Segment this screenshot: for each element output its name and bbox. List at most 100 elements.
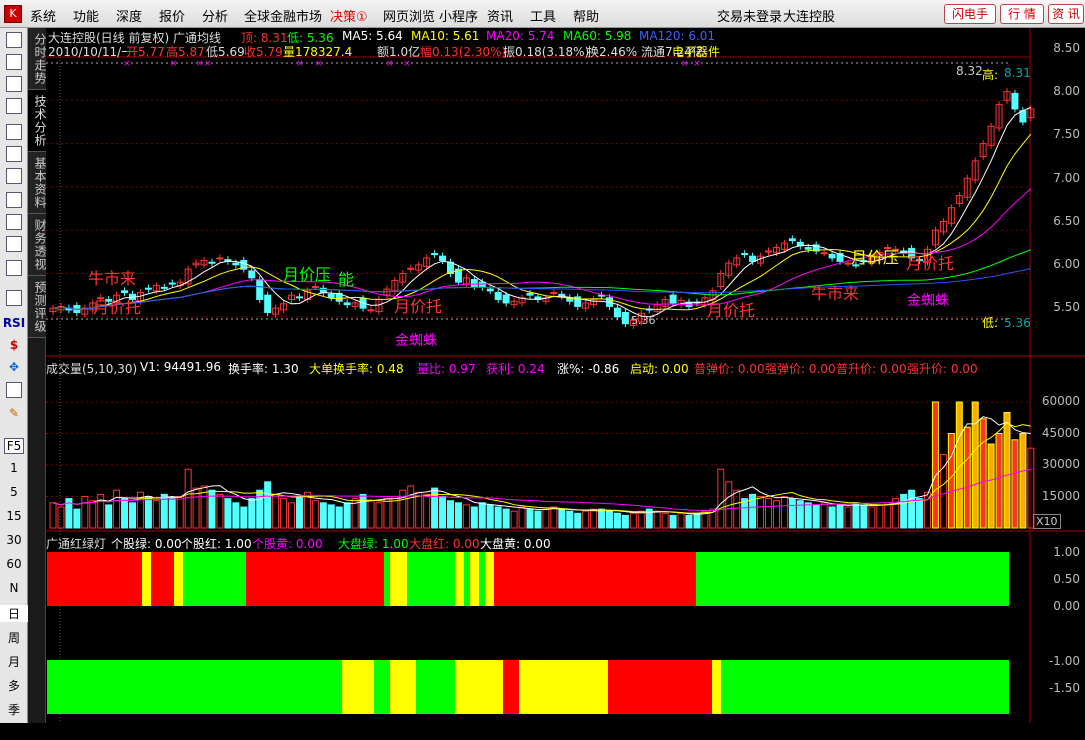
light-title: 广通红绿灯 [46,537,107,551]
candle [295,296,303,299]
period-year[interactable]: 年 [0,723,28,740]
volume-bar [49,502,57,529]
volume-bar [987,443,995,529]
volume-bar [81,496,89,529]
stock-light-segment [390,552,407,606]
volume-ratio: 量比: 0.97 [417,362,476,376]
candle [820,252,828,255]
high-value-label: 8.32 [956,64,983,78]
candle [216,257,224,260]
volume-bar [494,506,502,529]
light-stock-red: 个股红: 1.00 [181,537,252,551]
volume-bar [280,498,288,529]
volume-turnover: 换手率: 1.30 [228,362,299,376]
volume-bar [288,502,295,529]
volume-bar [439,496,447,529]
light-market-red: 大盘红: 0.00 [409,537,480,551]
annotation-jinzhizhu-2: 金蜘蛛 [907,293,949,309]
vol-ma10-line [52,422,1031,514]
candle [478,281,486,288]
volume-bar [868,506,876,529]
candle [232,262,240,266]
info-change: 幅0.13(2.30%) [420,45,507,59]
volume-bar [844,506,852,529]
candle [804,247,812,250]
volume-bar [184,468,192,529]
light-axis-tick: 0.00 [1053,599,1080,613]
candle [788,238,796,242]
stock-light-segment [494,552,696,606]
volume-bar [741,498,749,529]
candle [550,292,558,295]
volume-bar [931,401,939,529]
volume-bar [423,493,431,529]
candle [327,293,335,299]
volume-bar [820,502,828,529]
volume-bar [677,512,685,529]
volume-bar [216,493,224,529]
event-marker: × [315,59,323,69]
stock-light-segment [246,552,384,606]
price-axis-tick: 7.50 [1053,127,1080,141]
volume-bar [598,508,606,529]
annotation-yuejiatuo-1: 月价托 [93,298,142,317]
volume-bar [733,489,741,529]
market-light-segment [519,660,608,714]
volume-bar [717,468,725,529]
volume-bar [637,510,645,529]
stock-light-segment [384,552,390,606]
annotation-niushi-1: 牛市来 [88,269,137,288]
volume-bar [447,500,454,529]
volume-bar [129,502,136,529]
volume-title: 成交量(5,10,30) [46,362,138,376]
volume-unit-badge[interactable]: X10 [1033,514,1061,529]
volume-bar [407,485,415,529]
volume-bar [939,454,947,529]
volume-bar [144,496,152,529]
volume-bar [383,498,391,529]
volume-axis-tick: 15000 [1041,489,1080,503]
ma120-label: MA120: 6.01 [639,29,716,43]
stock-light-segment [174,552,183,606]
stock-light-segment [485,552,494,606]
volume-bar [168,498,176,529]
volume-bar [359,493,367,529]
info-open: 开5.77 [126,45,165,59]
volume-axis-tick: 60000 [1041,394,1080,408]
candle [311,285,319,288]
volume-bar [900,493,908,529]
volume-bar [502,508,510,529]
candle [121,290,129,294]
stock-light-segment [455,552,464,606]
market-light-segment [455,660,503,714]
low-point-label: 5.36 [631,314,656,327]
stock-light-segment [142,552,151,606]
stock-light-segment [464,552,470,606]
volume-bar [224,498,232,529]
volume-bar [256,489,264,529]
volume-bar [1003,412,1011,529]
price-axis-tick: 7.00 [1053,171,1080,185]
volume-bar [327,504,335,529]
market-light-segment [503,660,519,714]
volume-bar [876,504,884,529]
candle [526,292,534,296]
candle [749,255,757,262]
volume-pusheng: 普升价: 0.00 [836,362,907,376]
volume-bar [653,510,661,529]
info-close: 收5.79 [244,45,283,59]
volume-bar [375,502,383,529]
ma10-label: MA10: 5.61 [411,29,480,43]
volume-bar [963,426,971,529]
low-axis-label: 5.36 [1004,316,1031,330]
volume-bar [613,512,621,529]
stock-light-segment [151,552,174,606]
volume-profit: 获利: 0.24 [486,362,545,376]
light-stock-green: 个股绿: 0.00 [111,537,182,551]
event-marker: × [204,59,212,69]
volume-bar [295,496,303,529]
annotation-yuejiaya: 月价压 [283,265,332,284]
volume-bar [478,502,486,529]
volume-bar [629,512,637,529]
volume-bar [311,500,319,529]
